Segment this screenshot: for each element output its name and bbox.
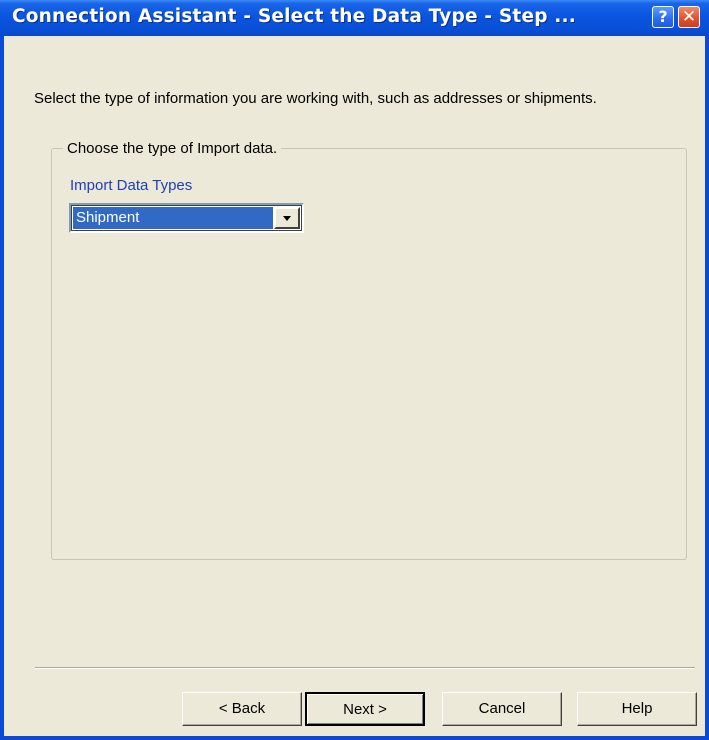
cancel-button[interactable]: Cancel	[442, 692, 562, 726]
title-bar[interactable]: Connection Assistant - Select the Data T…	[0, 0, 709, 36]
instruction-text: Select the type of information you are w…	[34, 90, 597, 107]
next-button[interactable]: Next >	[305, 692, 425, 726]
wizard-dialog: Connection Assistant - Select the Data T…	[0, 0, 709, 740]
import-data-types-label: Import Data Types	[70, 177, 193, 194]
close-icon[interactable]: ✕	[678, 6, 700, 28]
help-button[interactable]: Help	[577, 692, 697, 726]
help-icon[interactable]: ?	[652, 6, 674, 28]
select-value: Shipment	[73, 207, 273, 229]
button-separator	[35, 667, 695, 669]
back-button[interactable]: < Back	[182, 692, 302, 726]
import-data-type-select[interactable]: Shipment	[69, 203, 304, 233]
groupbox-legend: Choose the type of Import data.	[63, 140, 282, 157]
window-title: Connection Assistant - Select the Data T…	[12, 6, 576, 27]
import-data-groupbox: Choose the type of Import data. Import D…	[51, 140, 687, 560]
chevron-down-icon[interactable]	[274, 207, 300, 229]
